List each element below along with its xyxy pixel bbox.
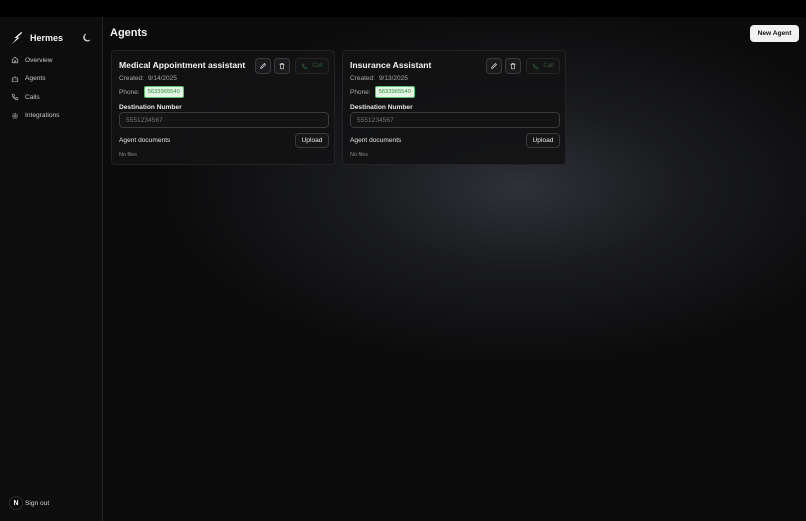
sidebar-item-label: Integrations [25,112,60,120]
edit-agent-button[interactable] [486,58,502,74]
destination-label: Destination Number [119,104,182,111]
sidebar-nav: Overview Agents Calls Integrations [0,51,103,125]
created-label: Created: [119,75,144,82]
trash-icon [279,63,285,70]
new-agent-button[interactable]: New Agent [750,25,799,42]
phone-badge: 5633965540 [143,86,184,98]
brand[interactable]: Hermes [10,30,63,46]
destination-number-input[interactable] [119,112,329,128]
created-label: Created: [350,75,375,82]
created-row: Created: 9/14/2025 [119,75,177,82]
call-label: Call [312,63,323,69]
delete-agent-button[interactable] [505,58,521,74]
app-name: Hermes [30,33,64,43]
app-window: Hermes Overview Agents Calls Integration… [0,17,806,521]
agent-name: Insurance Assistant [350,60,432,70]
phone-row: Phone: 5633965540 [350,86,415,98]
phone-row: Phone: 5633965540 [119,86,184,98]
sidebar-item-label: Overview [25,56,53,64]
created-row: Created: 9/13/2025 [350,75,408,82]
phone-icon [302,63,308,69]
delete-agent-button[interactable] [274,58,290,74]
lightning-logo-icon [11,31,23,45]
gear-icon [12,112,18,119]
page-title: Agents [110,27,148,39]
sidebar-item-label: Calls [25,93,40,101]
browser-top-bar [0,0,806,17]
created-date: 9/14/2025 [147,75,177,82]
moon-icon[interactable] [82,32,93,43]
agent-name: Medical Appointment assistant [119,60,246,70]
sign-out-button[interactable]: N Sign out [9,496,49,510]
phone-badge: 5633965540 [374,86,415,98]
agent-documents-label: Agent documents [119,137,171,144]
sidebar-item-calls[interactable]: Calls [0,88,103,107]
pencil-icon [491,63,497,69]
home-icon [11,56,19,64]
phone-icon [11,94,19,101]
destination-number-input[interactable] [350,112,560,128]
created-date: 9/13/2025 [378,75,408,82]
phone-icon [533,63,539,69]
files-status: No files [350,152,368,158]
agent-card: Medical Appointment assistant Call Creat… [111,50,335,165]
pencil-icon [260,63,266,69]
avatar: N [9,496,23,510]
destination-label: Destination Number [350,104,413,111]
sidebar: Hermes Overview Agents Calls Integration… [0,17,103,521]
sidebar-item-label: Agents [25,75,46,83]
edit-agent-button[interactable] [255,58,271,74]
agent-card: Insurance Assistant Call Created: 9/13/2… [342,50,566,165]
agent-documents-label: Agent documents [350,137,402,144]
call-button[interactable]: Call [295,58,329,74]
phone-label: Phone: [350,88,371,96]
call-button[interactable]: Call [526,58,560,74]
sidebar-item-agents[interactable]: Agents [0,70,103,89]
phone-label: Phone: [119,88,140,96]
sidebar-item-integrations[interactable]: Integrations [0,107,103,126]
upload-button[interactable]: Upload [526,133,560,148]
files-status: No files [119,152,137,158]
call-label: Call [543,63,554,69]
bot-icon [11,75,19,82]
trash-icon [510,63,516,70]
sidebar-item-overview[interactable]: Overview [0,51,103,70]
sign-out-label: Sign out [25,499,50,507]
upload-button[interactable]: Upload [295,133,329,148]
